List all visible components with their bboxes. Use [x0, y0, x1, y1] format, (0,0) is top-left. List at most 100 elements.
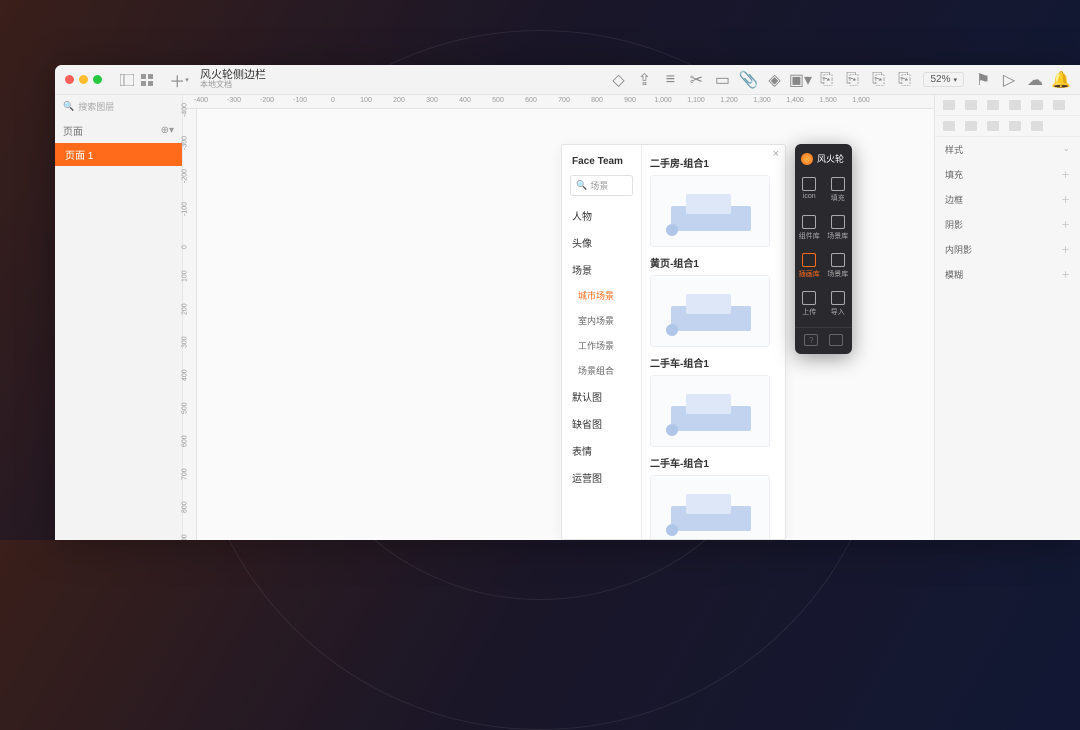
ruler-tick: 1,000: [654, 97, 672, 104]
pages-header: 页面 ⊕▾: [55, 118, 182, 143]
close-window[interactable]: [65, 75, 74, 84]
plugin-tool-导入[interactable]: 导入: [824, 285, 853, 323]
plugin-help-icon[interactable]: ?: [804, 334, 818, 346]
plugin-title: 风火轮: [817, 152, 844, 165]
ruler-horizontal: -400-300-200-100010020030040050060070080…: [183, 95, 934, 109]
search-placeholder: 搜索图层: [78, 100, 114, 113]
sidebar-toggle-icon[interactable]: [120, 73, 134, 87]
plugin-tool-填充[interactable]: 填充: [824, 171, 853, 209]
align-top-icon[interactable]: [1009, 100, 1021, 110]
grid-toggle-icon[interactable]: [140, 73, 154, 87]
plugin-tool-icon: [831, 215, 845, 229]
inspector-section[interactable]: 模糊＋: [935, 262, 1080, 287]
library-search[interactable]: 🔍 场景: [570, 175, 633, 196]
link1-icon[interactable]: ⎘: [819, 73, 833, 87]
page-item-1[interactable]: 页面 1: [55, 143, 182, 166]
ruler-tick: 600: [525, 97, 537, 104]
library-category[interactable]: 默认图: [562, 383, 641, 410]
maximize-window[interactable]: [93, 75, 102, 84]
link4-icon[interactable]: ⎘: [897, 73, 911, 87]
bell-icon[interactable]: 🔔: [1054, 73, 1068, 87]
crop-icon[interactable]: ▣▾: [793, 73, 807, 87]
plugin-tool-icon: [831, 291, 845, 305]
library-card[interactable]: [650, 475, 770, 539]
tool-icon[interactable]: ◇: [611, 73, 625, 87]
dist-h-icon[interactable]: [943, 121, 955, 131]
ruler-tick: 900: [182, 516, 189, 540]
ruler-tick: -400: [194, 97, 208, 104]
attach-icon[interactable]: 📎: [741, 73, 755, 87]
distribute-tools: [935, 116, 1080, 137]
inspector-section[interactable]: 阴影＋: [935, 212, 1080, 237]
ruler-vertical: -400-300-200-100010020030040050060070080…: [183, 109, 197, 540]
ruler-tick: -200: [260, 97, 274, 104]
ruler-tick: 1,300: [753, 97, 771, 104]
library-card-title: 二手车-组合1: [650, 455, 777, 470]
zoom-control[interactable]: 52%▾: [923, 72, 964, 87]
dist-v-icon[interactable]: [965, 121, 977, 131]
align-right-icon[interactable]: [987, 100, 999, 110]
ruler-tick: -200: [182, 153, 189, 183]
library-card[interactable]: [650, 275, 770, 347]
titlebar: ＋▾ 风火轮侧边栏 本地文档 ◇ ⇪ ≡ ✂ ▭ 📎 ◈ ▣▾ ⎘ ⎘ ⎘ ⎘ …: [55, 65, 1080, 95]
library-card[interactable]: [650, 375, 770, 447]
rotate-icon[interactable]: [1031, 121, 1043, 131]
library-category[interactable]: 城市场景: [562, 283, 641, 308]
add-icon[interactable]: ＋▾: [172, 73, 186, 87]
library-category[interactable]: 工作场景: [562, 333, 641, 358]
add-page-icon[interactable]: ⊕▾: [161, 125, 174, 136]
ruler-tick: -300: [227, 97, 241, 104]
library-category[interactable]: 表情: [562, 437, 641, 464]
layer-search[interactable]: 🔍 搜索图层: [55, 95, 182, 118]
library-category[interactable]: 场景: [562, 256, 641, 283]
ruler-tick: 100: [360, 97, 372, 104]
library-card-title: 二手房-组合1: [650, 155, 777, 170]
library-category[interactable]: 缺省图: [562, 410, 641, 437]
group-icon[interactable]: ▭: [715, 73, 729, 87]
align-center-icon[interactable]: [965, 100, 977, 110]
align-left-icon[interactable]: [943, 100, 955, 110]
link2-icon[interactable]: ⎘: [845, 73, 859, 87]
inspector-section[interactable]: 填充＋: [935, 162, 1080, 187]
inspector-section[interactable]: 边框＋: [935, 187, 1080, 212]
plugin-header: 风火轮: [795, 150, 852, 171]
play-icon[interactable]: ▷: [1002, 73, 1016, 87]
minimize-window[interactable]: [79, 75, 88, 84]
library-category[interactable]: 人物: [562, 202, 641, 229]
plugin-screen-icon[interactable]: [829, 334, 843, 346]
cut-icon[interactable]: ✂: [689, 73, 703, 87]
plugin-tool-插画库[interactable]: 插画库: [795, 247, 824, 285]
library-category[interactable]: 场景组合: [562, 358, 641, 383]
style-section[interactable]: 样式⌄: [935, 137, 1080, 162]
ruler-tick: 200: [182, 285, 189, 315]
flip-v-icon[interactable]: [1009, 121, 1021, 131]
flip-h-icon[interactable]: [987, 121, 999, 131]
plugin-tool-icon[interactable]: icon: [795, 171, 824, 209]
cloud-icon[interactable]: ☁: [1028, 73, 1042, 87]
plugin-tool-上传[interactable]: 上传: [795, 285, 824, 323]
ruler-tick: 500: [182, 384, 189, 414]
doc-subtitle: 本地文档: [200, 81, 266, 90]
plugin-tool-icon: [802, 291, 816, 305]
align-bottom-icon[interactable]: [1053, 100, 1065, 110]
plugin-tool-场景库[interactable]: 场景库: [824, 209, 853, 247]
library-category[interactable]: 室内场景: [562, 308, 641, 333]
flag-icon[interactable]: ⚑: [976, 73, 990, 87]
library-card[interactable]: [650, 175, 770, 247]
align-icon[interactable]: ≡: [663, 73, 677, 87]
library-close-icon[interactable]: ×: [773, 148, 779, 160]
plugin-tool-组件库[interactable]: 组件库: [795, 209, 824, 247]
ruler-tick: 0: [331, 97, 335, 104]
plugin-tool-场景库[interactable]: 场景库: [824, 247, 853, 285]
ruler-tick: -300: [182, 120, 189, 150]
library-category[interactable]: 头像: [562, 229, 641, 256]
ruler-tick: 800: [591, 97, 603, 104]
export-icon[interactable]: ⇪: [637, 73, 651, 87]
library-category[interactable]: 运营图: [562, 464, 641, 491]
align-middle-icon[interactable]: [1031, 100, 1043, 110]
link3-icon[interactable]: ⎘: [871, 73, 885, 87]
ruler-tick: 1,100: [687, 97, 705, 104]
inspector-section[interactable]: 内阴影＋: [935, 237, 1080, 262]
component-icon[interactable]: ◈: [767, 73, 781, 87]
ruler-tick: 100: [182, 252, 189, 282]
